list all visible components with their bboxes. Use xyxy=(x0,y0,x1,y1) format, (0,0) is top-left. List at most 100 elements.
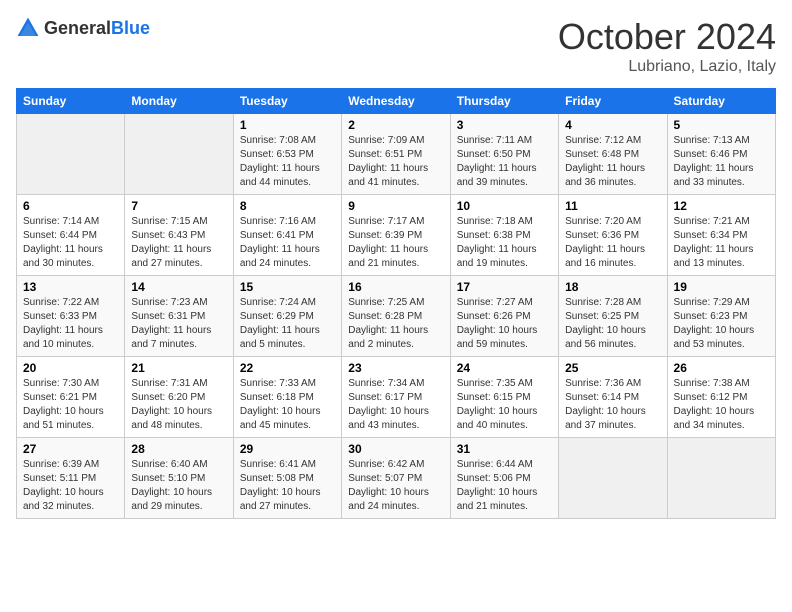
day-number: 13 xyxy=(23,280,118,294)
calendar-day-cell: 14 Sunrise: 7:23 AM Sunset: 6:31 PM Dayli… xyxy=(125,276,233,357)
day-info: Sunrise: 7:22 AM Sunset: 6:33 PM Dayligh… xyxy=(23,296,118,352)
calendar-day-cell: 24 Sunrise: 7:35 AM Sunset: 6:15 PM Dayli… xyxy=(450,357,558,438)
calendar-day-cell: 7 Sunrise: 7:15 AM Sunset: 6:43 PM Daylig… xyxy=(125,195,233,276)
day-number: 22 xyxy=(240,361,335,375)
weekday-header-row: SundayMondayTuesdayWednesdayThursdayFrid… xyxy=(17,89,776,114)
calendar-day-cell: 23 Sunrise: 7:34 AM Sunset: 6:17 PM Dayli… xyxy=(342,357,450,438)
day-number: 30 xyxy=(348,442,443,456)
day-info: Sunrise: 7:14 AM Sunset: 6:44 PM Dayligh… xyxy=(23,215,118,271)
weekday-header-cell: Saturday xyxy=(667,89,775,114)
day-number: 1 xyxy=(240,118,335,132)
calendar-day-cell: 6 Sunrise: 7:14 AM Sunset: 6:44 PM Daylig… xyxy=(17,195,125,276)
day-info: Sunrise: 7:20 AM Sunset: 6:36 PM Dayligh… xyxy=(565,215,660,271)
day-info: Sunrise: 7:24 AM Sunset: 6:29 PM Dayligh… xyxy=(240,296,335,352)
weekday-header-cell: Thursday xyxy=(450,89,558,114)
weekday-header-cell: Wednesday xyxy=(342,89,450,114)
calendar-day-cell: 4 Sunrise: 7:12 AM Sunset: 6:48 PM Daylig… xyxy=(559,114,667,195)
day-number: 27 xyxy=(23,442,118,456)
day-number: 12 xyxy=(674,199,769,213)
weekday-header-cell: Tuesday xyxy=(233,89,341,114)
day-number: 29 xyxy=(240,442,335,456)
calendar-day-cell: 8 Sunrise: 7:16 AM Sunset: 6:41 PM Daylig… xyxy=(233,195,341,276)
day-info: Sunrise: 6:39 AM Sunset: 5:11 PM Dayligh… xyxy=(23,458,118,514)
day-info: Sunrise: 7:25 AM Sunset: 6:28 PM Dayligh… xyxy=(348,296,443,352)
day-number: 9 xyxy=(348,199,443,213)
day-info: Sunrise: 6:41 AM Sunset: 5:08 PM Dayligh… xyxy=(240,458,335,514)
day-info: Sunrise: 7:15 AM Sunset: 6:43 PM Dayligh… xyxy=(131,215,226,271)
day-info: Sunrise: 7:08 AM Sunset: 6:53 PM Dayligh… xyxy=(240,134,335,190)
calendar-day-cell: 9 Sunrise: 7:17 AM Sunset: 6:39 PM Daylig… xyxy=(342,195,450,276)
page-header: GeneralBlue October 2024 Lubriano, Lazio… xyxy=(16,16,776,76)
day-number: 28 xyxy=(131,442,226,456)
day-number: 25 xyxy=(565,361,660,375)
title-block: October 2024 Lubriano, Lazio, Italy xyxy=(558,16,776,76)
calendar-day-cell: 10Sunrise: 7:18 AM Sunset: 6:38 PM Dayli… xyxy=(450,195,558,276)
day-info: Sunrise: 7:36 AM Sunset: 6:14 PM Dayligh… xyxy=(565,377,660,433)
calendar-body: 1 Sunrise: 7:08 AM Sunset: 6:53 PM Daylig… xyxy=(17,114,776,519)
day-number: 4 xyxy=(565,118,660,132)
day-info: Sunrise: 7:29 AM Sunset: 6:23 PM Dayligh… xyxy=(674,296,769,352)
calendar-day-cell: 22 Sunrise: 7:33 AM Sunset: 6:18 PM Dayli… xyxy=(233,357,341,438)
logo-text-blue: Blue xyxy=(111,18,150,38)
day-info: Sunrise: 7:35 AM Sunset: 6:15 PM Dayligh… xyxy=(457,377,552,433)
day-number: 26 xyxy=(674,361,769,375)
calendar-day-cell: 27 Sunrise: 6:39 AM Sunset: 5:11 PM Dayli… xyxy=(17,438,125,519)
day-info: Sunrise: 7:18 AM Sunset: 6:38 PM Dayligh… xyxy=(457,215,552,271)
calendar-day-cell: 13 Sunrise: 7:22 AM Sunset: 6:33 PM Dayli… xyxy=(17,276,125,357)
day-number: 5 xyxy=(674,118,769,132)
day-number: 8 xyxy=(240,199,335,213)
calendar-week-row: 13 Sunrise: 7:22 AM Sunset: 6:33 PM Dayli… xyxy=(17,276,776,357)
day-number: 3 xyxy=(457,118,552,132)
day-number: 23 xyxy=(348,361,443,375)
calendar-day-cell: 17 Sunrise: 7:27 AM Sunset: 6:26 PM Dayli… xyxy=(450,276,558,357)
calendar-day-cell: 21Sunrise: 7:31 AM Sunset: 6:20 PM Dayli… xyxy=(125,357,233,438)
day-number: 17 xyxy=(457,280,552,294)
calendar-week-row: 27 Sunrise: 6:39 AM Sunset: 5:11 PM Dayli… xyxy=(17,438,776,519)
day-info: Sunrise: 7:12 AM Sunset: 6:48 PM Dayligh… xyxy=(565,134,660,190)
calendar-day-cell: 18 Sunrise: 7:28 AM Sunset: 6:25 PM Dayli… xyxy=(559,276,667,357)
weekday-header-cell: Sunday xyxy=(17,89,125,114)
day-info: Sunrise: 7:16 AM Sunset: 6:41 PM Dayligh… xyxy=(240,215,335,271)
calendar-day-cell: 29 Sunrise: 6:41 AM Sunset: 5:08 PM Dayli… xyxy=(233,438,341,519)
calendar-day-cell: 1 Sunrise: 7:08 AM Sunset: 6:53 PM Daylig… xyxy=(233,114,341,195)
calendar-day-cell xyxy=(17,114,125,195)
day-info: Sunrise: 7:11 AM Sunset: 6:50 PM Dayligh… xyxy=(457,134,552,190)
calendar-day-cell: 16Sunrise: 7:25 AM Sunset: 6:28 PM Dayli… xyxy=(342,276,450,357)
calendar-day-cell: 3 Sunrise: 7:11 AM Sunset: 6:50 PM Daylig… xyxy=(450,114,558,195)
weekday-header-cell: Monday xyxy=(125,89,233,114)
location-title: Lubriano, Lazio, Italy xyxy=(558,58,776,76)
day-number: 18 xyxy=(565,280,660,294)
day-info: Sunrise: 7:33 AM Sunset: 6:18 PM Dayligh… xyxy=(240,377,335,433)
day-number: 14 xyxy=(131,280,226,294)
calendar-week-row: 6 Sunrise: 7:14 AM Sunset: 6:44 PM Daylig… xyxy=(17,195,776,276)
day-number: 24 xyxy=(457,361,552,375)
calendar-table: SundayMondayTuesdayWednesdayThursdayFrid… xyxy=(16,88,776,519)
month-title: October 2024 xyxy=(558,16,776,58)
day-info: Sunrise: 7:23 AM Sunset: 6:31 PM Dayligh… xyxy=(131,296,226,352)
day-info: Sunrise: 7:13 AM Sunset: 6:46 PM Dayligh… xyxy=(674,134,769,190)
logo-icon xyxy=(16,16,40,40)
day-number: 2 xyxy=(348,118,443,132)
calendar-day-cell: 2 Sunrise: 7:09 AM Sunset: 6:51 PM Daylig… xyxy=(342,114,450,195)
day-number: 21 xyxy=(131,361,226,375)
day-info: Sunrise: 7:27 AM Sunset: 6:26 PM Dayligh… xyxy=(457,296,552,352)
day-number: 20 xyxy=(23,361,118,375)
day-info: Sunrise: 7:09 AM Sunset: 6:51 PM Dayligh… xyxy=(348,134,443,190)
calendar-day-cell: 31Sunrise: 6:44 AM Sunset: 5:06 PM Dayli… xyxy=(450,438,558,519)
calendar-week-row: 20Sunrise: 7:30 AM Sunset: 6:21 PM Dayli… xyxy=(17,357,776,438)
logo-text-general: General xyxy=(44,18,111,38)
calendar-day-cell: 15Sunrise: 7:24 AM Sunset: 6:29 PM Dayli… xyxy=(233,276,341,357)
calendar-day-cell: 26Sunrise: 7:38 AM Sunset: 6:12 PM Dayli… xyxy=(667,357,775,438)
calendar-day-cell: 30Sunrise: 6:42 AM Sunset: 5:07 PM Dayli… xyxy=(342,438,450,519)
day-info: Sunrise: 7:34 AM Sunset: 6:17 PM Dayligh… xyxy=(348,377,443,433)
day-info: Sunrise: 6:40 AM Sunset: 5:10 PM Dayligh… xyxy=(131,458,226,514)
calendar-day-cell xyxy=(559,438,667,519)
calendar-day-cell xyxy=(667,438,775,519)
day-info: Sunrise: 7:17 AM Sunset: 6:39 PM Dayligh… xyxy=(348,215,443,271)
day-info: Sunrise: 7:28 AM Sunset: 6:25 PM Dayligh… xyxy=(565,296,660,352)
day-number: 7 xyxy=(131,199,226,213)
calendar-day-cell: 12 Sunrise: 7:21 AM Sunset: 6:34 PM Dayli… xyxy=(667,195,775,276)
day-number: 6 xyxy=(23,199,118,213)
calendar-week-row: 1 Sunrise: 7:08 AM Sunset: 6:53 PM Daylig… xyxy=(17,114,776,195)
day-info: Sunrise: 7:21 AM Sunset: 6:34 PM Dayligh… xyxy=(674,215,769,271)
